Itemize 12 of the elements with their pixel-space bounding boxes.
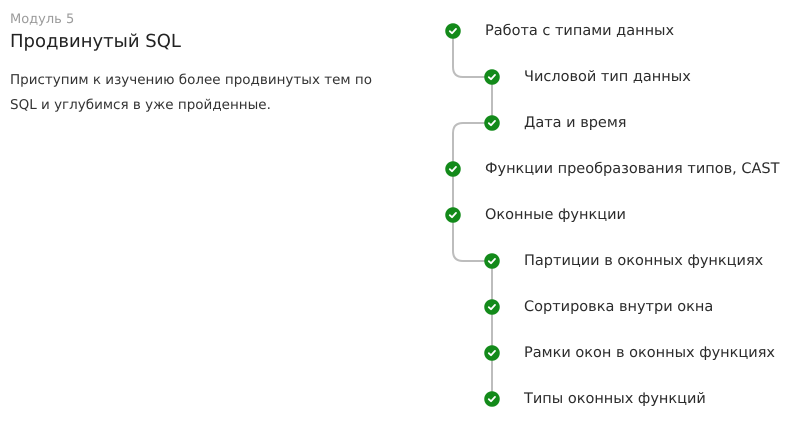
lesson-title[interactable]: Функции преобразования типов, CAST <box>485 161 780 177</box>
lesson-title[interactable]: Дата и время <box>524 115 627 131</box>
lesson-title[interactable]: Работа с типами данных <box>485 23 674 39</box>
lesson-title[interactable]: Оконные функции <box>485 207 626 223</box>
lesson-title[interactable]: Сортировка внутри окна <box>524 299 714 315</box>
lesson-title[interactable]: Числовой тип данных <box>524 69 691 85</box>
module-number: Модуль 5 <box>10 12 74 27</box>
lesson-title[interactable]: Рамки окон в оконных функциях <box>524 345 776 361</box>
lesson-title[interactable]: Типы оконных функций <box>524 391 706 407</box>
module-title: Продвинутый SQL <box>10 31 181 52</box>
lesson-title[interactable]: Партиции в оконных функциях <box>524 253 764 269</box>
module-description: Приступим к изучению более продвинутых тем по SQL и углубимся в уже пройденные. <box>10 71 373 115</box>
